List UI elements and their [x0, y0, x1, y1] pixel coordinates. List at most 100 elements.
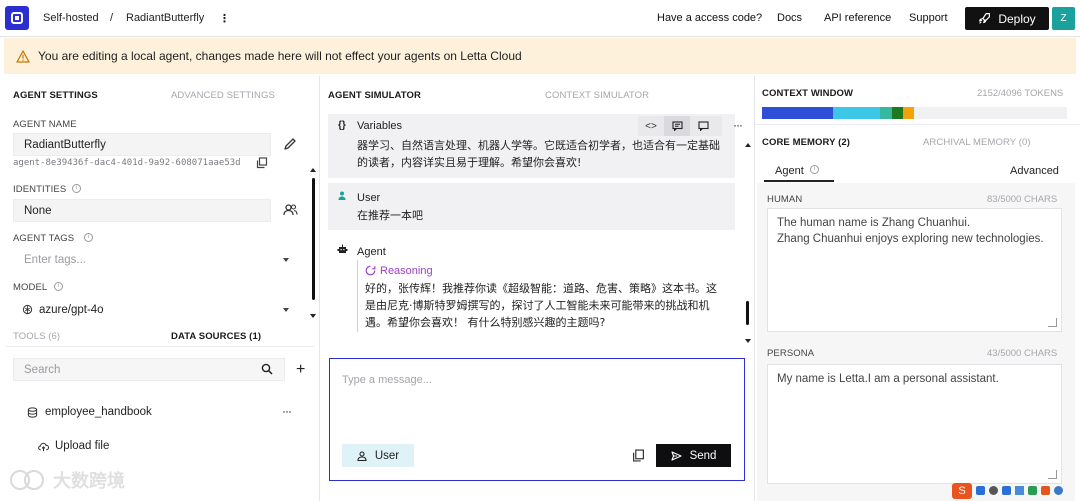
data-source-more-icon[interactable]: ···	[282, 404, 292, 418]
rocket-icon	[979, 13, 991, 24]
column-divider-right	[754, 76, 755, 501]
human-char-count: 83/5000 CHARS	[987, 194, 1058, 205]
tray-icon-7[interactable]	[1054, 486, 1063, 495]
support-link[interactable]: Support	[909, 12, 948, 24]
agent-memory-info-icon[interactable]: i	[810, 165, 819, 174]
upload-cloud-icon	[38, 442, 49, 452]
search-placeholder: Search	[24, 363, 61, 376]
role-select-button[interactable]: User	[342, 444, 414, 467]
persona-memory-textarea[interactable]: My name is Letta.I am a personal assista…	[767, 364, 1062, 484]
identities-info-icon[interactable]: i	[72, 184, 81, 193]
identities-field[interactable]: None	[13, 199, 271, 222]
agent-name-field[interactable]: RadiantButterfly	[13, 133, 271, 156]
upload-file-button[interactable]: Upload file	[55, 440, 109, 452]
copy-id-icon[interactable]	[256, 157, 268, 169]
tab-agent-settings[interactable]: AGENT SETTINGS	[13, 90, 98, 101]
human-memory-textarea[interactable]: The human name is Zhang Chuanhui. Zhang …	[767, 208, 1062, 332]
edit-pencil-icon[interactable]	[283, 137, 297, 151]
agent-tags-info-icon[interactable]: i	[84, 233, 93, 242]
bubble-view-icon[interactable]	[690, 116, 716, 136]
tray-microphone-icon[interactable]	[1002, 486, 1011, 495]
system-tray	[976, 486, 1063, 495]
search-icon[interactable]	[261, 363, 273, 375]
subtab-agent[interactable]: Agent	[775, 165, 804, 177]
agent-tags-input[interactable]: Enter tags...	[13, 248, 300, 271]
breadcrumb-agent[interactable]: RadiantButterfly	[126, 12, 204, 24]
tab-tools[interactable]: TOOLS (6)	[13, 331, 60, 342]
tray-icon-1[interactable]	[976, 486, 985, 495]
model-chevron-down-icon	[283, 307, 289, 312]
reasoning-rule	[357, 260, 358, 332]
agent-message-label: Agent	[357, 246, 386, 258]
identities-value: None	[24, 204, 52, 217]
code-view-icon[interactable]: <>	[638, 116, 664, 136]
context-segment-5	[902, 107, 915, 119]
resize-grip-icon[interactable]	[1048, 470, 1057, 479]
model-label: MODEL	[13, 282, 48, 293]
letta-logo-icon[interactable]	[5, 6, 29, 30]
context-segment-4	[891, 107, 903, 119]
simulator-scroll-up-icon[interactable]	[745, 143, 751, 147]
user-role-icon	[357, 450, 367, 461]
simulator-scroll-down-icon[interactable]	[745, 339, 751, 343]
model-select[interactable]: azure/gpt-4o	[13, 298, 300, 321]
agent-message-text-line-2: 是由尼克·博斯特罗姆撰写的，探讨了人工智能未来可能带来的挑战和机	[365, 299, 710, 312]
send-label: Send	[689, 449, 717, 462]
tab-core-memory[interactable]: CORE MEMORY (2)	[762, 137, 850, 148]
add-data-source-icon[interactable]: +	[296, 361, 305, 379]
data-source-employee-handbook[interactable]: employee_handbook	[45, 406, 152, 418]
warning-icon	[16, 49, 30, 63]
reasoning-label[interactable]: Reasoning	[380, 265, 433, 277]
api-reference-link[interactable]: API reference	[824, 12, 891, 24]
database-icon	[27, 407, 38, 418]
left-scroll-down-icon[interactable]	[310, 314, 316, 318]
chat-view-icon[interactable]	[664, 116, 690, 136]
data-source-search-input[interactable]: Search	[13, 358, 285, 381]
persona-memory-text: My name is Letta.I am a personal assista…	[777, 373, 999, 385]
tab-context-simulator[interactable]: CONTEXT SIMULATOR	[545, 90, 649, 101]
docs-link[interactable]: Docs	[777, 12, 802, 24]
user-avatar[interactable]: Z	[1052, 7, 1075, 30]
copy-message-icon[interactable]	[632, 449, 645, 462]
tray-keyboard-icon[interactable]	[1015, 486, 1024, 495]
context-segment-1	[762, 107, 833, 119]
breadcrumb-workspace[interactable]: Self-hosted	[43, 12, 99, 24]
model-info-icon[interactable]: i	[54, 282, 63, 291]
resize-grip-icon[interactable]	[1048, 318, 1057, 327]
tab-agent-simulator[interactable]: AGENT SIMULATOR	[328, 90, 421, 101]
message-input[interactable]: Type a message...	[342, 374, 432, 386]
access-code-link[interactable]: Have a access code?	[657, 12, 762, 24]
banner-text: You are editing a local agent, changes m…	[38, 49, 522, 63]
subtab-agent-underline	[764, 180, 834, 182]
deploy-button[interactable]: Deploy	[965, 7, 1049, 30]
breadcrumb-separator: /	[110, 12, 114, 24]
tray-icon-5[interactable]	[1028, 486, 1037, 495]
left-scrollbar-thumb[interactable]	[312, 178, 315, 300]
left-scroll-up-icon[interactable]	[310, 168, 316, 172]
send-icon	[671, 450, 682, 461]
simulator-more-icon[interactable]: ···	[733, 118, 743, 132]
send-button[interactable]: Send	[656, 444, 731, 467]
variables-text-line-2: 的读者，内容详实且易于理解。希望你会喜欢!	[357, 156, 582, 169]
input-method-icon[interactable]: S	[952, 483, 972, 499]
tray-icon-6[interactable]	[1041, 486, 1050, 495]
message-view-toolbar: <>	[638, 116, 722, 136]
tab-advanced-settings[interactable]: ADVANCED SETTINGS	[171, 90, 275, 101]
manage-identities-icon[interactable]	[283, 203, 298, 217]
context-segment-3	[880, 107, 892, 119]
agent-name-label: AGENT NAME	[13, 119, 77, 130]
context-token-count: 2152/4096 TOKENS	[977, 88, 1064, 99]
agent-name-value: RadiantButterfly	[24, 138, 106, 151]
simulator-scrollbar-thumb[interactable]	[746, 301, 749, 325]
model-value: azure/gpt-4o	[39, 303, 104, 316]
tray-icon-2[interactable]	[989, 486, 998, 495]
watermark-logo-icon	[10, 470, 44, 490]
tab-data-sources[interactable]: DATA SOURCES (1)	[171, 331, 261, 342]
tab-archival-memory[interactable]: ARCHIVAL MEMORY (0)	[923, 137, 1031, 148]
user-avatar-icon	[338, 191, 346, 200]
agent-menu-icon[interactable]: ⋮	[219, 12, 230, 25]
subtab-advanced[interactable]: Advanced	[1010, 165, 1059, 177]
watermark: 大数跨境	[8, 467, 125, 493]
variables-label: Variables	[357, 120, 403, 132]
reasoning-icon	[365, 265, 376, 276]
